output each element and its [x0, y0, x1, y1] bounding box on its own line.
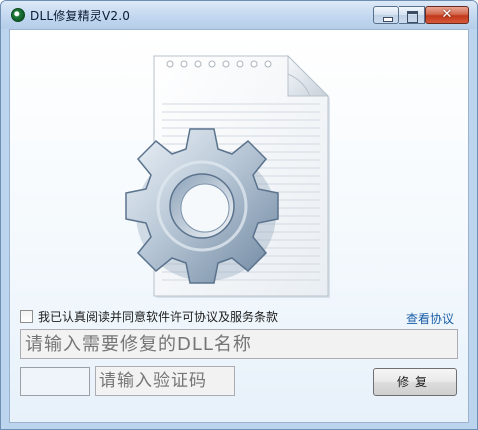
agreement-checkbox[interactable] — [20, 310, 33, 323]
app-window: DLL修复精灵V2.0 ✕ 我已认真阅读并同意软件许可协议及服务条款 查看协议 … — [0, 0, 478, 430]
app-icon — [11, 8, 25, 22]
maximize-icon — [399, 7, 424, 23]
close-button[interactable]: ✕ — [425, 6, 469, 24]
captcha-image[interactable] — [20, 367, 90, 396]
main-panel: 我已认真阅读并同意软件许可协议及服务条款 查看协议 修复 — [9, 29, 469, 423]
minimize-button[interactable] — [373, 6, 399, 24]
gear-icon — [125, 128, 279, 284]
illustration — [125, 54, 330, 298]
agreement-label: 我已认真阅读并同意软件许可协议及服务条款 — [38, 310, 279, 324]
minimize-icon — [374, 7, 398, 23]
maximize-button[interactable] — [399, 6, 425, 24]
repair-button[interactable]: 修复 — [373, 368, 457, 396]
close-icon: ✕ — [441, 7, 453, 22]
view-agreement-link[interactable]: 查看协议 — [406, 310, 454, 327]
window-title: DLL修复精灵V2.0 — [30, 9, 131, 23]
captcha-input[interactable] — [95, 366, 235, 396]
title-bar[interactable]: DLL修复精灵V2.0 ✕ — [1, 1, 477, 29]
dll-name-input[interactable] — [20, 329, 458, 359]
